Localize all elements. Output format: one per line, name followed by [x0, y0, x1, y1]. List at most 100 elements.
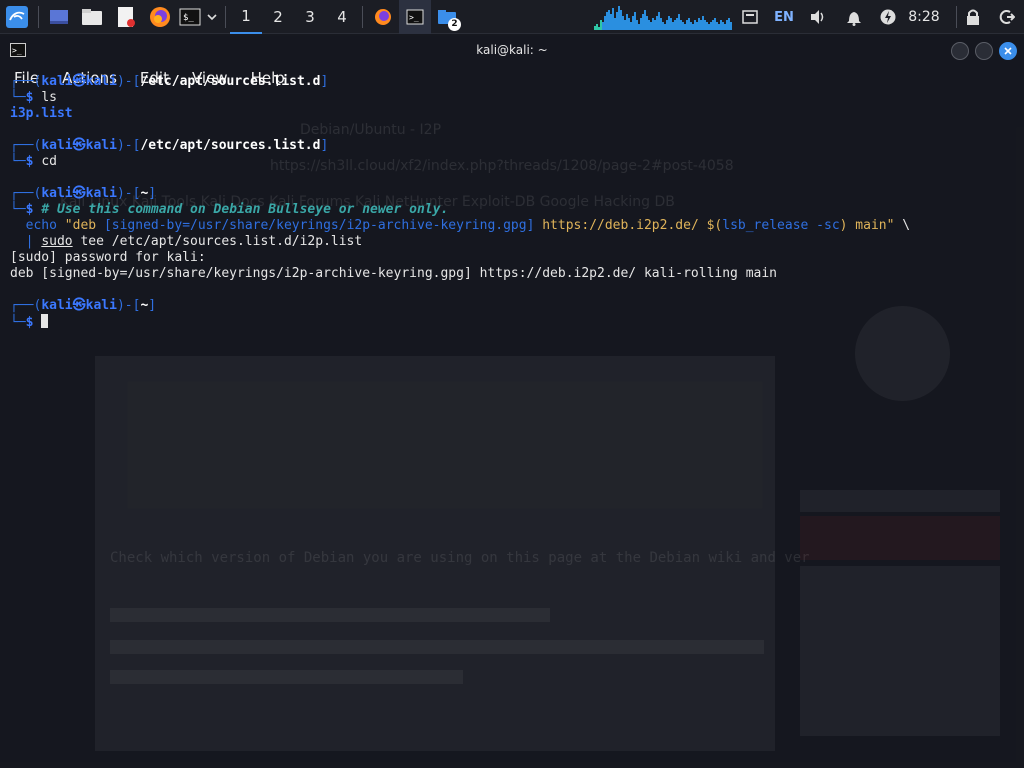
cpu-bar [598, 27, 600, 30]
terminal-launcher-icon[interactable]: $_ [177, 0, 203, 34]
command-line: echo "deb [signed-by=/usr/share/keyrings… [25, 218, 911, 233]
chevron-down-icon[interactable] [203, 0, 221, 34]
cpu-graph [590, 0, 732, 34]
taskbar-firefox-icon[interactable] [367, 0, 399, 34]
cpu-bar [616, 12, 618, 30]
show-desktop-icon[interactable] [43, 0, 75, 34]
network-icon[interactable] [738, 0, 762, 34]
cpu-bar [610, 14, 612, 30]
lock-screen-icon[interactable] [962, 0, 984, 34]
notification-bell-icon[interactable] [842, 0, 866, 34]
title-bar[interactable]: >_ kali@kali: ~ [0, 36, 1024, 64]
prompt-line: ┌──(kali㉿kali)-[~] [10, 186, 157, 201]
cpu-bar [644, 10, 646, 30]
cpu-bar [680, 20, 682, 30]
taskbar-folder-icon[interactable]: 2 [431, 0, 463, 34]
workspace-2[interactable]: 2 [262, 0, 294, 34]
cpu-bar [712, 20, 714, 30]
firefox-icon[interactable] [143, 0, 177, 34]
window-title: kali@kali: ~ [476, 43, 548, 57]
cpu-bar [646, 16, 648, 30]
cpu-bar [698, 18, 700, 30]
cpu-bar [688, 18, 690, 30]
cpu-bar [606, 12, 608, 30]
cpu-bar [716, 22, 718, 30]
cpu-bar [720, 20, 722, 30]
cpu-bar [642, 14, 644, 30]
cpu-bar [652, 18, 654, 30]
cpu-bar [634, 12, 636, 30]
command-line: └─$ [10, 314, 1020, 330]
cpu-bar [600, 20, 602, 30]
cpu-bar [654, 20, 656, 30]
terminal-output[interactable]: ┌──(kali㉿kali)-[/etc/apt/sources.list.d]… [10, 74, 1020, 330]
cpu-bar [604, 16, 606, 30]
cpu-bar [614, 18, 616, 30]
command-line: | sudo tee /etc/apt/sources.list.d/i2p.l… [25, 234, 363, 249]
ghost-code-bar [110, 608, 550, 622]
keyboard-layout[interactable]: EN [770, 0, 798, 34]
text-cursor [41, 314, 49, 328]
text-editor-icon[interactable] [109, 0, 143, 34]
ghost-sidebar-row [800, 516, 1000, 560]
cpu-bar [726, 20, 728, 30]
cpu-bar [626, 14, 628, 30]
prompt-line: ┌──(kali㉿kali)-[~] [10, 298, 157, 313]
ghost-code-line: Check which version of Debian you are us… [110, 550, 810, 566]
volume-icon[interactable] [806, 0, 830, 34]
cpu-bar [722, 22, 724, 30]
clock[interactable]: 8:28 [904, 0, 944, 34]
cpu-bar [650, 22, 652, 30]
minimize-button[interactable] [951, 42, 969, 60]
prompt-line: ┌──(kali㉿kali)-[/etc/apt/sources.list.d] [10, 74, 329, 89]
power-manager-icon[interactable] [876, 0, 900, 34]
cpu-bar [618, 6, 620, 30]
window-count-badge: 2 [448, 17, 461, 31]
command-line: └─$ # Use this command on Debian Bullsey… [10, 202, 449, 217]
kali-menu-icon[interactable] [0, 0, 34, 34]
top-panel: $_ 1 2 3 4 >_ 2 EN 8:28 [0, 0, 1024, 34]
cpu-bar [702, 16, 704, 30]
cpu-bar [700, 20, 702, 30]
cpu-bar [668, 16, 670, 30]
cpu-bar [672, 22, 674, 30]
maximize-button[interactable] [975, 42, 993, 60]
cpu-bar [692, 24, 694, 30]
taskbar-terminal-icon[interactable]: >_ [399, 0, 431, 34]
ghost-sidebar-panel [800, 566, 1000, 736]
workspace-3[interactable]: 3 [294, 0, 326, 34]
cpu-bar [636, 20, 638, 30]
svg-text:>_: >_ [12, 46, 22, 55]
cpu-bar [596, 24, 598, 30]
cpu-bar [696, 22, 698, 30]
cpu-bar [622, 16, 624, 30]
logout-icon[interactable] [996, 0, 1018, 34]
cpu-bar [674, 20, 676, 30]
cpu-bar [714, 18, 716, 30]
cpu-bar [704, 20, 706, 30]
window-terminal-icon: >_ [10, 42, 26, 61]
close-button[interactable] [999, 42, 1017, 60]
cpu-bar [628, 18, 630, 30]
cpu-bar [664, 24, 666, 30]
cpu-bar [594, 26, 596, 30]
output-line: deb [signed-by=/usr/share/keyrings/i2p-a… [10, 266, 778, 281]
cpu-bar [706, 22, 708, 30]
cpu-bar [638, 24, 640, 30]
workspace-4[interactable]: 4 [326, 0, 358, 34]
output-line: [sudo] password for kali: [10, 250, 206, 265]
cpu-bar [708, 24, 710, 30]
workspace-1[interactable]: 1 [230, 0, 262, 34]
panel-separator [956, 6, 957, 28]
cpu-bar [660, 18, 662, 30]
ghost-code-bar [110, 640, 764, 654]
cpu-bar [676, 18, 678, 30]
cpu-bar [690, 22, 692, 30]
cpu-bar [624, 20, 626, 30]
cpu-bar [640, 18, 642, 30]
cpu-bar [608, 10, 610, 30]
cpu-bar [666, 20, 668, 30]
file-manager-icon[interactable] [75, 0, 109, 34]
output-line: i3p.list [10, 106, 73, 121]
cpu-bar [694, 20, 696, 30]
